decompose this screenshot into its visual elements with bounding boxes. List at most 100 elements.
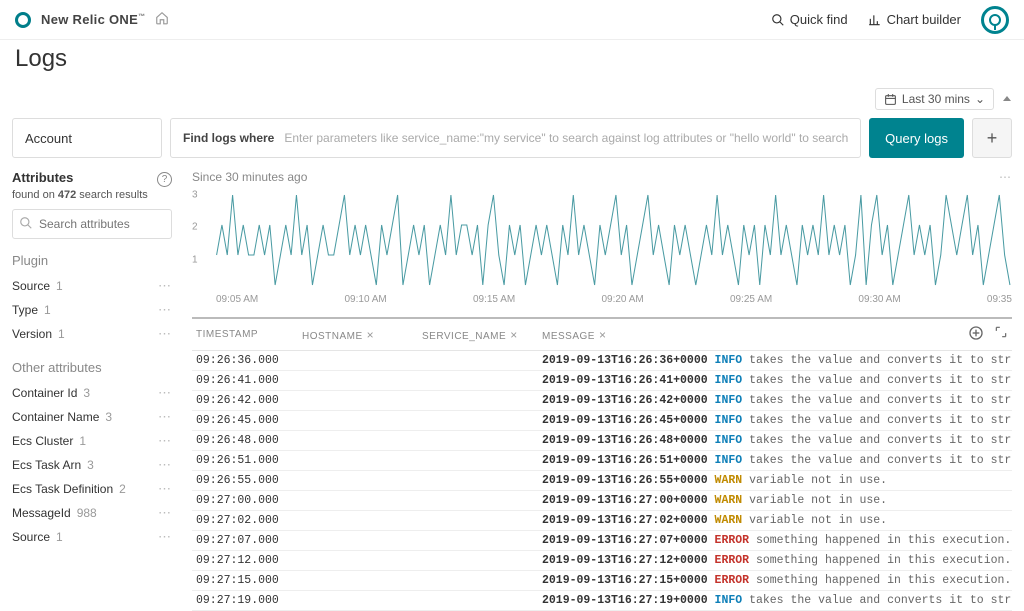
search-icon [19, 216, 33, 233]
log-row[interactable]: 09:26:41.0002019-09-13T16:26:41+0000 INF… [192, 371, 1012, 391]
attribute-menu-icon[interactable]: ⋯ [158, 326, 172, 342]
log-row[interactable]: 09:27:12.0002019-09-13T16:27:12+0000 ERR… [192, 551, 1012, 571]
attribute-count: 988 [77, 506, 97, 520]
cell-timestamp: 09:26:51.000 [192, 454, 302, 467]
attribute-name: Version [12, 327, 52, 341]
attribute-count: 3 [105, 410, 112, 424]
log-row[interactable]: 09:26:45.0002019-09-13T16:26:45+0000 INF… [192, 411, 1012, 431]
chart-menu-icon[interactable]: ⋯ [999, 170, 1012, 184]
attribute-menu-icon[interactable]: ⋯ [158, 457, 172, 473]
log-row[interactable]: 09:27:15.000 2019-09-13T16:27:15+0000 ERR… [192, 571, 1012, 591]
remove-column-hostname[interactable]: × [367, 328, 375, 342]
attributes-subtitle: found on 472 search results [12, 189, 172, 201]
attribute-count: 3 [87, 458, 94, 472]
cell-timestamp: 09:27:07.000 [192, 534, 302, 547]
since-label: Since 30 minutes ago [192, 170, 307, 184]
chart-ytick: 3 [192, 190, 198, 201]
attribute-name: Ecs Task Arn [12, 458, 81, 472]
log-row[interactable]: 09:26:48.0002019-09-13T16:26:48+0000 INF… [192, 431, 1012, 451]
user-avatar[interactable] [981, 6, 1009, 34]
attribute-name: Type [12, 303, 38, 317]
cell-message: 2019-09-13T16:26:45+0000 INFO takes the … [542, 414, 1012, 427]
brand-label: New Relic ONE™ [41, 12, 145, 27]
log-row[interactable]: 09:26:36.000 2019-09-13T16:26:36+0000 INF… [192, 351, 1012, 371]
add-button[interactable]: + [972, 118, 1012, 158]
cell-timestamp: 09:27:12.000 [192, 554, 302, 567]
cell-timestamp: 09:26:55.000 [192, 474, 302, 487]
expand-icon[interactable] [994, 325, 1008, 344]
query-input[interactable] [284, 131, 848, 145]
attribute-row[interactable]: Container Id3⋯ [12, 381, 172, 405]
chevron-down-icon: ⌄ [975, 92, 985, 106]
quick-find-button[interactable]: Quick find [771, 12, 848, 27]
chart-builder-button[interactable]: Chart builder [868, 12, 961, 27]
attribute-row[interactable]: Source1⋯ [12, 274, 172, 298]
attribute-menu-icon[interactable]: ⋯ [158, 302, 172, 318]
add-column-icon[interactable] [968, 325, 984, 344]
attribute-menu-icon[interactable]: ⋯ [158, 529, 172, 545]
attribute-name: Ecs Cluster [12, 434, 73, 448]
cell-message: 2019-09-13T16:27:15+0000 ERROR something… [542, 574, 1012, 587]
query-box: Find logs where [170, 118, 861, 158]
attribute-name: Source [12, 279, 50, 293]
attribute-row[interactable]: MessageId 988 ⋯ [12, 501, 172, 525]
calendar-icon [884, 93, 897, 106]
collapse-caret[interactable] [1000, 90, 1014, 109]
cell-message: 2019-09-13T16:26:41+0000 INFO takes the … [542, 374, 1012, 387]
attribute-name: Ecs Task Definition [12, 482, 113, 496]
log-row[interactable]: 09:26:42.0002019-09-13T16:26:42+0000 INF… [192, 391, 1012, 411]
logo-icon [15, 12, 31, 28]
col-message[interactable]: MESSAGE [542, 331, 595, 342]
log-row[interactable]: 09:27:19.0002019-09-13T16:27:19+0000 INF… [192, 591, 1012, 611]
cell-message: 2019-09-13T16:26:42+0000 INFO takes the … [542, 394, 1012, 407]
log-row[interactable]: 09:26:51.000 2019-09-13T16:26:51+0000 INF… [192, 451, 1012, 471]
attribute-count: 1 [56, 530, 63, 544]
log-row[interactable]: 09:27:02.0002019-09-13T16:27:02+0000 WAR… [192, 511, 1012, 531]
query-logs-button[interactable]: Query logs [869, 118, 964, 158]
attribute-row[interactable]: Ecs Task Definition 2 ⋯ [12, 477, 172, 501]
attribute-name: Container Id [12, 386, 77, 400]
account-selector[interactable]: Account [12, 118, 162, 158]
attribute-count: 2 [119, 482, 126, 496]
attribute-name: MessageId [12, 506, 71, 520]
log-row[interactable]: 09:27:00.0002019-09-13T16:27:00+0000 WAR… [192, 491, 1012, 511]
cell-timestamp: 09:26:48.000 [192, 434, 302, 447]
home-icon[interactable] [155, 11, 169, 28]
cell-timestamp: 09:27:15.000 [192, 574, 302, 587]
search-attributes-input[interactable] [12, 209, 172, 239]
attribute-menu-icon[interactable]: ⋯ [158, 481, 172, 497]
col-timestamp[interactable]: TIMESTAMP [192, 329, 302, 340]
remove-column-message[interactable]: × [599, 328, 607, 342]
chart-xtick: 09:15 AM [473, 294, 515, 305]
attribute-menu-icon[interactable]: ⋯ [158, 505, 172, 521]
chart-xtick: 09:35 [987, 294, 1012, 305]
attribute-row[interactable]: Source1⋯ [12, 525, 172, 549]
attribute-row[interactable]: Container Name 3 ⋯ [12, 405, 172, 429]
cell-timestamp: 09:27:19.000 [192, 594, 302, 607]
time-range-picker[interactable]: Last 30 mins ⌄ [875, 88, 994, 110]
plugin-section-title: Plugin [12, 253, 172, 268]
cell-timestamp: 09:26:36.000 [192, 354, 302, 367]
remove-column-service[interactable]: × [510, 328, 518, 342]
attribute-row[interactable]: Ecs Task Arn 3 ⋯ [12, 453, 172, 477]
attributes-title: Attributes [12, 170, 73, 185]
attribute-row[interactable]: Type 1 ⋯ [12, 298, 172, 322]
attribute-menu-icon[interactable]: ⋯ [158, 409, 172, 425]
attribute-row[interactable]: Ecs Cluster1⋯ [12, 429, 172, 453]
col-hostname[interactable]: HOSTNAME [302, 331, 363, 342]
cell-timestamp: 09:27:02.000 [192, 514, 302, 527]
attribute-menu-icon[interactable]: ⋯ [158, 433, 172, 449]
attribute-name: Container Name [12, 410, 99, 424]
chart-ytick: 2 [192, 222, 198, 233]
chart-xtick: 09:25 AM [730, 294, 772, 305]
help-icon[interactable]: ? [157, 172, 172, 187]
log-row[interactable]: 09:27:07.0002019-09-13T16:27:07+0000 ERR… [192, 531, 1012, 551]
attribute-menu-icon[interactable]: ⋯ [158, 278, 172, 294]
cell-message: 2019-09-13T16:26:51+0000 INFO takes the … [542, 454, 1012, 467]
attribute-menu-icon[interactable]: ⋯ [158, 385, 172, 401]
attribute-count: 1 [44, 303, 51, 317]
col-service[interactable]: SERVICE_NAME [422, 331, 506, 342]
cell-message: 2019-09-13T16:26:36+0000 INFO takes the … [542, 354, 1012, 367]
log-row[interactable]: 09:26:55.0002019-09-13T16:26:55+0000 WAR… [192, 471, 1012, 491]
attribute-row[interactable]: Version1⋯ [12, 322, 172, 346]
